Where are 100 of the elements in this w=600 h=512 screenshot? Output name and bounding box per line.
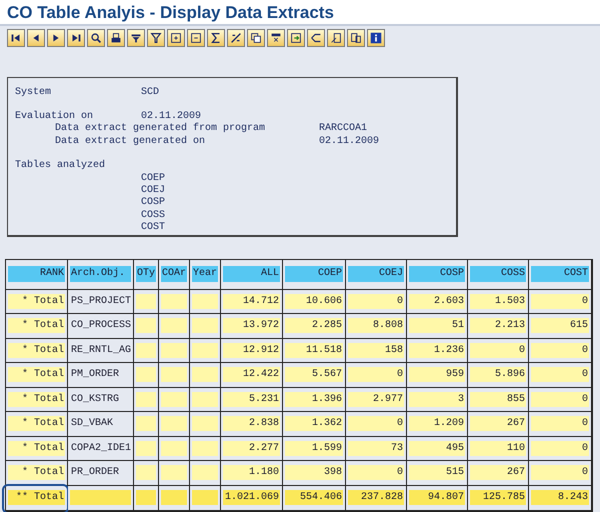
export-button[interactable] <box>287 29 305 47</box>
percent-icon <box>229 31 243 45</box>
column-header[interactable]: OTy <box>136 266 156 282</box>
table-cell: 2.285 <box>285 318 343 334</box>
column-header[interactable]: COEP <box>285 266 343 282</box>
table-cell: 12.422 <box>223 367 280 382</box>
table-cell-text: CO_PROCESS <box>70 319 131 334</box>
table-cell: 515 <box>409 465 465 480</box>
table-cell: 5.896 <box>470 367 526 382</box>
table-cell: 1.236 <box>409 342 465 358</box>
table-cell <box>136 367 156 382</box>
table-cell <box>192 465 218 480</box>
pages-button[interactable] <box>347 29 365 47</box>
minus-square-button[interactable] <box>187 29 205 47</box>
table-name: COEP <box>141 172 166 184</box>
document-button[interactable] <box>327 29 345 47</box>
document-icon <box>329 31 343 45</box>
table-cell-text: PM_ORDER <box>70 368 120 382</box>
table-cell <box>161 392 187 407</box>
table-name: COST <box>141 222 166 234</box>
table-cell: 237.828 <box>348 490 404 506</box>
table-name: COSP <box>141 197 166 208</box>
column-header[interactable]: COSP <box>409 266 465 282</box>
table-cell: 1.503 <box>470 294 526 309</box>
column-header[interactable]: COEJ <box>348 266 404 282</box>
funnel-button[interactable] <box>127 29 145 47</box>
info-label: Tables analyzed <box>15 160 106 173</box>
table-cell: 0 <box>531 392 589 407</box>
table-cell: 959 <box>409 367 465 382</box>
last-page-button[interactable] <box>67 29 85 47</box>
column-header[interactable]: Arch.Obj. <box>70 266 131 282</box>
table-cell: 615 <box>531 318 589 334</box>
first-page-button[interactable] <box>7 29 25 47</box>
table-cell: 855 <box>470 392 526 407</box>
table-cell: * Total <box>8 465 65 480</box>
copy-button[interactable] <box>247 29 265 47</box>
column-header[interactable]: COST <box>531 266 589 282</box>
table-cell <box>161 465 187 480</box>
table-cell: 10.606 <box>285 294 343 309</box>
table-cell: 1.599 <box>285 440 343 456</box>
filter-icon <box>149 31 163 45</box>
table-cell: 0 <box>348 367 404 382</box>
table-cell: 0 <box>531 440 589 456</box>
table-cell <box>192 318 218 334</box>
table-cell <box>192 294 218 309</box>
table-cell: * Total <box>8 294 65 309</box>
arrow-button[interactable] <box>307 29 325 47</box>
sigma-button[interactable] <box>207 29 225 47</box>
table-cell <box>192 440 218 456</box>
table-cell <box>136 490 156 506</box>
table-cell: 0 <box>470 342 526 358</box>
table-cell: 51 <box>409 318 465 334</box>
table-cell <box>192 342 218 358</box>
table-cell-text: SD_VBAK <box>70 417 114 432</box>
column-header[interactable]: COSS <box>470 266 526 282</box>
table-cell-text: COPA2_IDE1 <box>70 442 131 456</box>
filter-button[interactable] <box>147 29 165 47</box>
table-cell: 398 <box>285 465 343 480</box>
column-header[interactable]: ALL <box>223 266 280 282</box>
table-cell: 554.406 <box>285 490 343 506</box>
copy-icon <box>249 31 263 45</box>
table-cell <box>136 465 156 480</box>
column-header[interactable]: RANK <box>8 266 65 282</box>
window-title: CO Table Analyis - Display Data Extracts <box>7 2 335 24</box>
printer-button[interactable] <box>107 29 125 47</box>
table-cell: 73 <box>348 440 404 456</box>
table-cell: 8.243 <box>531 490 589 506</box>
table-cell <box>161 440 187 456</box>
column-header[interactable]: Year <box>192 266 218 282</box>
table-cell-text: CO_KSTRG <box>70 392 120 407</box>
table-cell <box>192 392 218 407</box>
search-button[interactable] <box>87 29 105 47</box>
table-cell-text: PS_PROJECT <box>70 294 131 309</box>
table-cell <box>161 490 187 506</box>
table-cell-text: RE_RNTL_AG <box>70 344 131 358</box>
percent-button[interactable] <box>227 29 245 47</box>
table-cell: 2.277 <box>223 440 280 456</box>
next-button[interactable] <box>47 29 65 47</box>
table-cell: 495 <box>409 440 465 456</box>
table-cell: 13.972 <box>223 318 280 334</box>
info-label: Data extract generated on <box>55 136 206 148</box>
previous-button[interactable] <box>27 29 45 47</box>
table-cell: 8.808 <box>348 318 404 334</box>
table-cell <box>192 367 218 382</box>
table-cell: 1.396 <box>285 392 343 407</box>
table-cell: 0 <box>348 294 404 309</box>
table-cell: 1.362 <box>285 416 343 432</box>
table-cell: * Total <box>8 318 65 334</box>
info-button[interactable] <box>367 29 385 47</box>
table-cell: * Total <box>8 342 65 358</box>
table-cell <box>136 392 156 407</box>
info-value: 02.11.2009 <box>141 110 202 122</box>
plus-square-icon <box>169 31 183 45</box>
table-cell-text: PR_ORDER <box>70 466 120 480</box>
table-cell: 94.807 <box>409 490 465 506</box>
column-header[interactable]: COAr <box>161 266 187 282</box>
table-cell: 12.912 <box>223 342 280 358</box>
table-cell <box>70 490 131 506</box>
plus-square-button[interactable] <box>167 29 185 47</box>
table-cell: 0 <box>531 465 589 480</box>
